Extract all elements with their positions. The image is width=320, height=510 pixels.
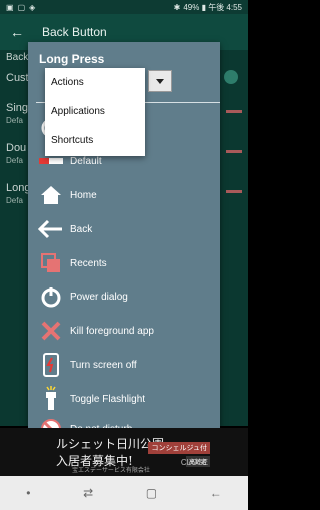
status-text: 49% ▮ 午後 4:55 [183, 2, 242, 12]
home-icon [36, 182, 66, 208]
action-item-home[interactable]: Home [28, 178, 220, 212]
bluetooth-icon: ✱ [173, 2, 181, 12]
setting-indicator [226, 190, 242, 193]
phone-icon [36, 352, 66, 378]
action-item-turn-screen-off[interactable]: Turn screen off [28, 348, 220, 382]
ad-close-button[interactable]: CLOSE [181, 458, 208, 467]
recent-apps-icon[interactable]: ⇄ [83, 486, 93, 500]
setting-row-sub: Defa [6, 156, 23, 165]
ad-footer: 宝エスデーサービス有限会社 [72, 468, 150, 474]
recents-icon [36, 250, 66, 276]
back-icon[interactable]: ← [210, 486, 222, 500]
setting-row-label: Cust [6, 72, 29, 84]
navigation-bar: • ⇄ ▢ ← [0, 476, 248, 510]
action-label: Default [70, 155, 102, 167]
action-label: Back [70, 223, 93, 235]
chevron-down-icon [156, 78, 164, 84]
action-label: Toggle Flashlight [70, 393, 146, 405]
setting-row-sub: Defa [6, 116, 23, 125]
media-icon: ▣ [6, 2, 14, 12]
setting-row-label: Sing [6, 102, 29, 114]
dropdown-option-actions[interactable]: Actions [45, 68, 145, 97]
setting-indicator [226, 150, 242, 153]
page-title: Back Button [42, 25, 107, 39]
kill-icon [36, 318, 66, 344]
setting-row-sub: Defa [6, 196, 23, 205]
back-arrow-icon[interactable]: ← [10, 24, 30, 40]
setting-row-label: Back [6, 52, 29, 63]
flashlight-icon [36, 386, 66, 412]
ad-badge: コンシェルジュ付 [148, 442, 210, 454]
dialog-title: Long Press [39, 52, 105, 66]
category-dropdown: Actions Applications Shortcuts [45, 68, 145, 156]
setting-indicator [226, 110, 242, 113]
power-icon [36, 284, 66, 310]
action-label: Recents [70, 257, 107, 269]
status-bar: ▣ ▢ ◈ ✱ 49% ▮ 午後 4:55 [0, 0, 248, 14]
action-item-back[interactable]: Back [28, 212, 220, 246]
dropdown-option-shortcuts[interactable]: Shortcuts [45, 126, 145, 155]
image-icon: ▢ [17, 2, 26, 12]
action-item-power-dialog[interactable]: Power dialog [28, 280, 220, 314]
action-item-kill-foreground-app[interactable]: Kill foreground app [28, 314, 220, 348]
shield-icon: ◈ [29, 2, 36, 12]
action-label: Turn screen off [70, 359, 137, 371]
category-spinner[interactable] [148, 70, 172, 92]
dot-icon[interactable]: • [26, 486, 30, 500]
action-label: Home [70, 189, 97, 201]
action-label: Kill foreground app [70, 325, 154, 337]
dropdown-option-applications[interactable]: Applications [45, 97, 145, 126]
ad-banner[interactable]: ルシェット日川公園 入居者募集中! コンシェルジュ付 高齢者 CLOSE 宝エス… [0, 428, 248, 476]
action-item-toggle-flashlight[interactable]: Toggle Flashlight [28, 382, 220, 416]
setting-row-label: Dou [6, 142, 27, 154]
action-label: Power dialog [70, 291, 128, 303]
home-square-icon[interactable]: ▢ [146, 486, 157, 500]
setting-toggle[interactable] [224, 70, 238, 84]
back-arrow-icon [36, 216, 66, 242]
action-item-recents[interactable]: Recents [28, 246, 220, 280]
setting-row-label: Long [6, 182, 31, 194]
